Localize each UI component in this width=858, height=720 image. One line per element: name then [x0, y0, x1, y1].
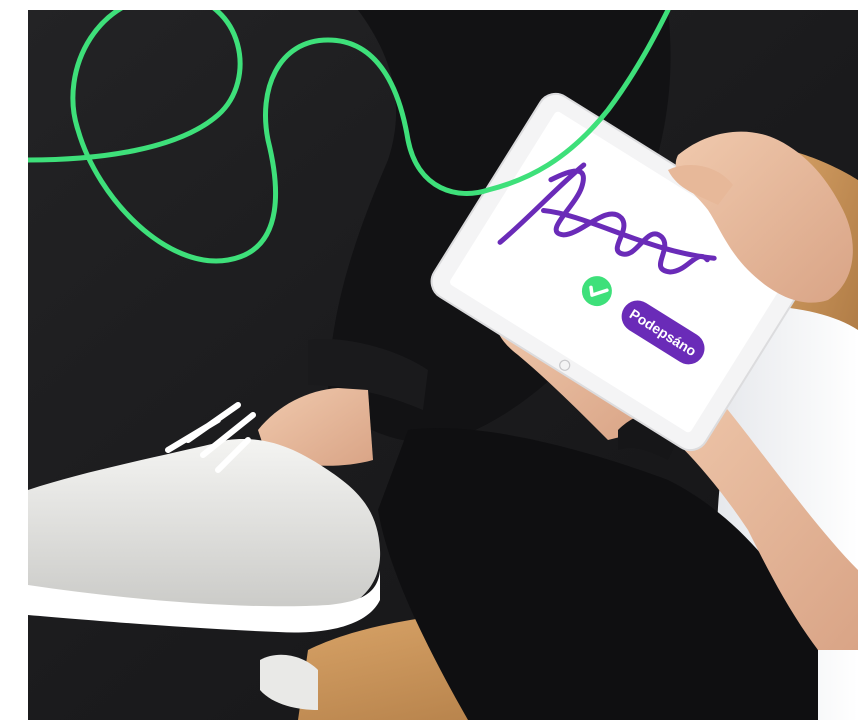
scene-illustration: Podepsáno	[28, 10, 858, 720]
page-canvas: Podepsáno	[0, 0, 858, 720]
hero-photo: Podepsáno	[28, 10, 858, 720]
